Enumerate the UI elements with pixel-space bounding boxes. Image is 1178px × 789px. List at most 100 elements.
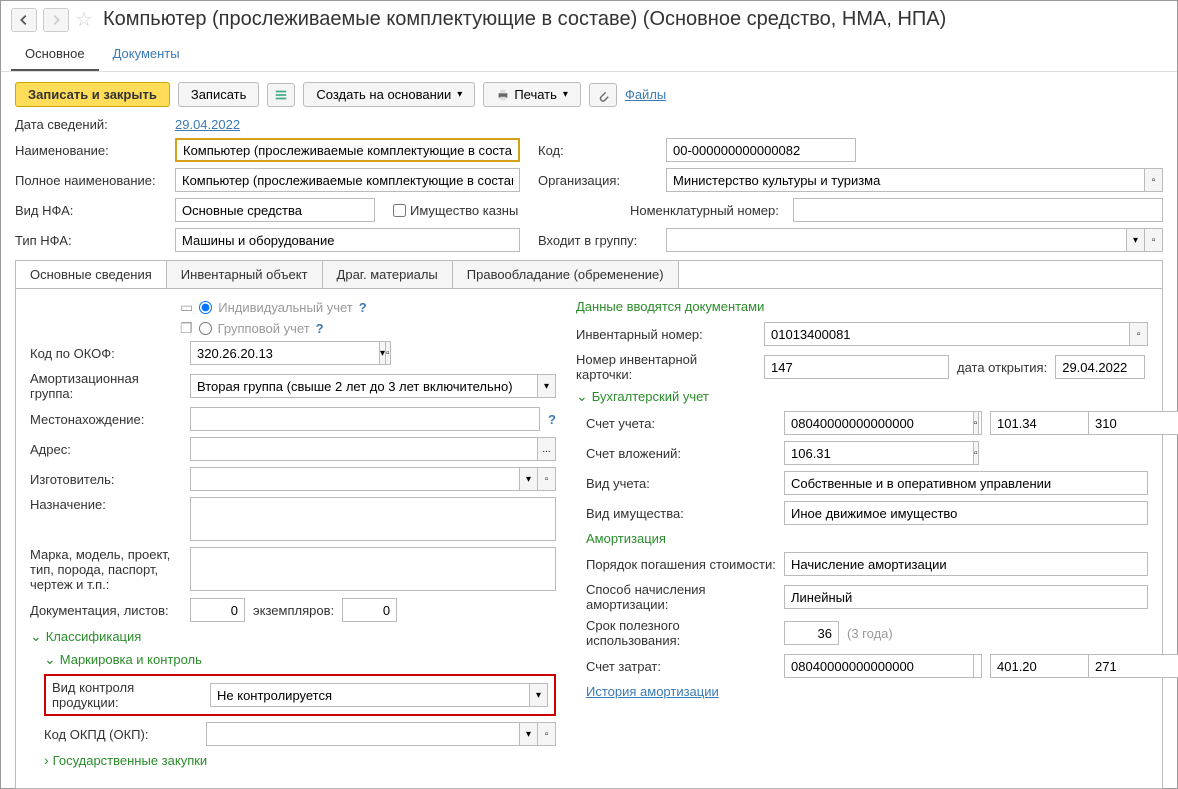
- date-label: Дата сведений:: [15, 117, 167, 132]
- name-input[interactable]: [175, 138, 520, 162]
- favorite-star-icon[interactable]: ☆: [75, 7, 93, 32]
- kod-input[interactable]: [666, 138, 856, 162]
- amort-grp-dd[interactable]: ▾: [538, 374, 556, 398]
- doc-input[interactable]: [190, 598, 245, 622]
- sposob-label: Способ начисления амортизации:: [586, 582, 776, 612]
- srok-input[interactable]: [784, 621, 839, 645]
- tab-inventory[interactable]: Инвентарный объект: [167, 261, 323, 288]
- location-input[interactable]: [190, 407, 540, 431]
- info-icon[interactable]: ?: [359, 300, 367, 315]
- tip-nfa-input[interactable]: [175, 228, 520, 252]
- vid-nfa-input[interactable]: [175, 198, 375, 222]
- acct-open[interactable]: ▫: [974, 411, 979, 435]
- acct-sub2-input[interactable]: [1088, 411, 1178, 435]
- nav-tab-main[interactable]: Основное: [11, 38, 99, 71]
- okof-open[interactable]: ▫: [386, 341, 391, 365]
- zatrat-input[interactable]: [784, 654, 974, 678]
- buh-section[interactable]: Бухгалтерский учет: [576, 388, 1148, 405]
- print-button[interactable]: Печать▾: [483, 82, 581, 107]
- invest-input[interactable]: [784, 441, 974, 465]
- manufacturer-label: Изготовитель:: [30, 472, 182, 487]
- okof-label: Код по ОКОФ:: [30, 346, 182, 361]
- marking-section[interactable]: Маркировка и контроль: [44, 651, 556, 668]
- amort-grp-label: Амортизационная группа:: [30, 371, 182, 401]
- treasury-checkbox-label[interactable]: Имущество казны: [393, 203, 518, 218]
- copy-icon: ❐: [180, 320, 193, 337]
- pogash-label: Порядок погашения стоимости:: [586, 557, 776, 572]
- back-button[interactable]: [11, 8, 37, 32]
- vid-nfa-label: Вид НФА:: [15, 203, 167, 218]
- vid-imu-input[interactable]: [784, 501, 1148, 525]
- acct-input[interactable]: [784, 411, 974, 435]
- copies-input[interactable]: [342, 598, 397, 622]
- pogash-input[interactable]: [784, 552, 1148, 576]
- treasury-checkbox[interactable]: [393, 204, 406, 217]
- manuf-dd[interactable]: ▾: [520, 467, 538, 491]
- paperclip-icon: [596, 88, 610, 102]
- printer-icon: [496, 88, 510, 102]
- org-input[interactable]: [666, 168, 1145, 192]
- control-label: Вид контроля продукции:: [52, 680, 202, 710]
- org-open[interactable]: ▫: [1145, 168, 1163, 192]
- model-label: Марка, модель, проект, тип, порода, пасп…: [30, 547, 182, 592]
- group-label: Входит в группу:: [538, 233, 658, 248]
- zatrat-sub2-input[interactable]: [1088, 654, 1178, 678]
- open-date-label: дата открытия:: [957, 360, 1047, 375]
- tab-main[interactable]: Основные сведения: [16, 261, 167, 288]
- vid-ucheta-input[interactable]: [784, 471, 1148, 495]
- amort-grp-input[interactable]: [190, 374, 538, 398]
- purpose-input[interactable]: [190, 497, 556, 541]
- okof-input[interactable]: [190, 341, 380, 365]
- card-num-label: Номер инвентарной карточки:: [576, 352, 756, 382]
- manufacturer-input[interactable]: [190, 467, 520, 491]
- address-open[interactable]: ...: [538, 437, 556, 461]
- group-input[interactable]: [666, 228, 1127, 252]
- sposob-input[interactable]: [784, 585, 1148, 609]
- full-name-input[interactable]: [175, 168, 520, 192]
- kod-label: Код:: [538, 143, 658, 158]
- page-title: Компьютер (прослеживаемые комплектующие …: [103, 8, 946, 31]
- date-value[interactable]: 29.04.2022: [175, 117, 240, 132]
- info-icon[interactable]: ?: [316, 321, 324, 336]
- group-dd[interactable]: ▾: [1127, 228, 1145, 252]
- amort-heading: Амортизация: [586, 531, 1148, 546]
- group-open[interactable]: ▫: [1145, 228, 1163, 252]
- copies-label: экземпляров:: [253, 603, 334, 618]
- gos-zakup-section[interactable]: Государственные закупки: [44, 752, 556, 768]
- save-close-button[interactable]: Записать и закрыть: [15, 82, 170, 107]
- acct-label: Счет учета:: [586, 416, 776, 431]
- manuf-open[interactable]: ▫: [538, 467, 556, 491]
- forward-button[interactable]: [43, 8, 69, 32]
- tab-rights[interactable]: Правообладание (обременение): [453, 261, 679, 288]
- invest-open[interactable]: ▫: [974, 441, 979, 465]
- card-num-input[interactable]: [764, 355, 949, 379]
- nav-tab-docs[interactable]: Документы: [99, 38, 194, 71]
- okpd-dd[interactable]: ▾: [520, 722, 538, 746]
- vid-imu-label: Вид имущества:: [586, 506, 776, 521]
- inv-num-input[interactable]: [764, 322, 1130, 346]
- srok-note: (3 года): [847, 626, 893, 641]
- files-link[interactable]: Файлы: [625, 87, 666, 102]
- inv-num-open[interactable]: ▫: [1130, 322, 1148, 346]
- nomen-label: Номенклатурный номер:: [630, 203, 785, 218]
- tab-materials[interactable]: Драг. материалы: [323, 261, 453, 288]
- indiv-radio[interactable]: [199, 301, 212, 314]
- okpd-input[interactable]: [206, 722, 520, 746]
- control-input[interactable]: [210, 683, 530, 707]
- control-dd[interactable]: ▾: [530, 683, 548, 707]
- nomen-input[interactable]: [793, 198, 1163, 222]
- address-input[interactable]: [190, 437, 538, 461]
- history-link[interactable]: История амортизации: [586, 684, 719, 699]
- group-radio[interactable]: [199, 322, 212, 335]
- open-date-input[interactable]: [1055, 355, 1145, 379]
- full-name-label: Полное наименование:: [15, 173, 167, 188]
- classif-section[interactable]: Классификация: [30, 628, 556, 645]
- model-input[interactable]: [190, 547, 556, 591]
- attach-button[interactable]: [589, 83, 617, 107]
- okpd-open[interactable]: ▫: [538, 722, 556, 746]
- save-button[interactable]: Записать: [178, 82, 260, 107]
- tip-nfa-label: Тип НФА:: [15, 233, 167, 248]
- info-icon[interactable]: ?: [548, 412, 556, 427]
- create-based-button[interactable]: Создать на основании▾: [303, 82, 475, 107]
- list-button[interactable]: [267, 83, 295, 107]
